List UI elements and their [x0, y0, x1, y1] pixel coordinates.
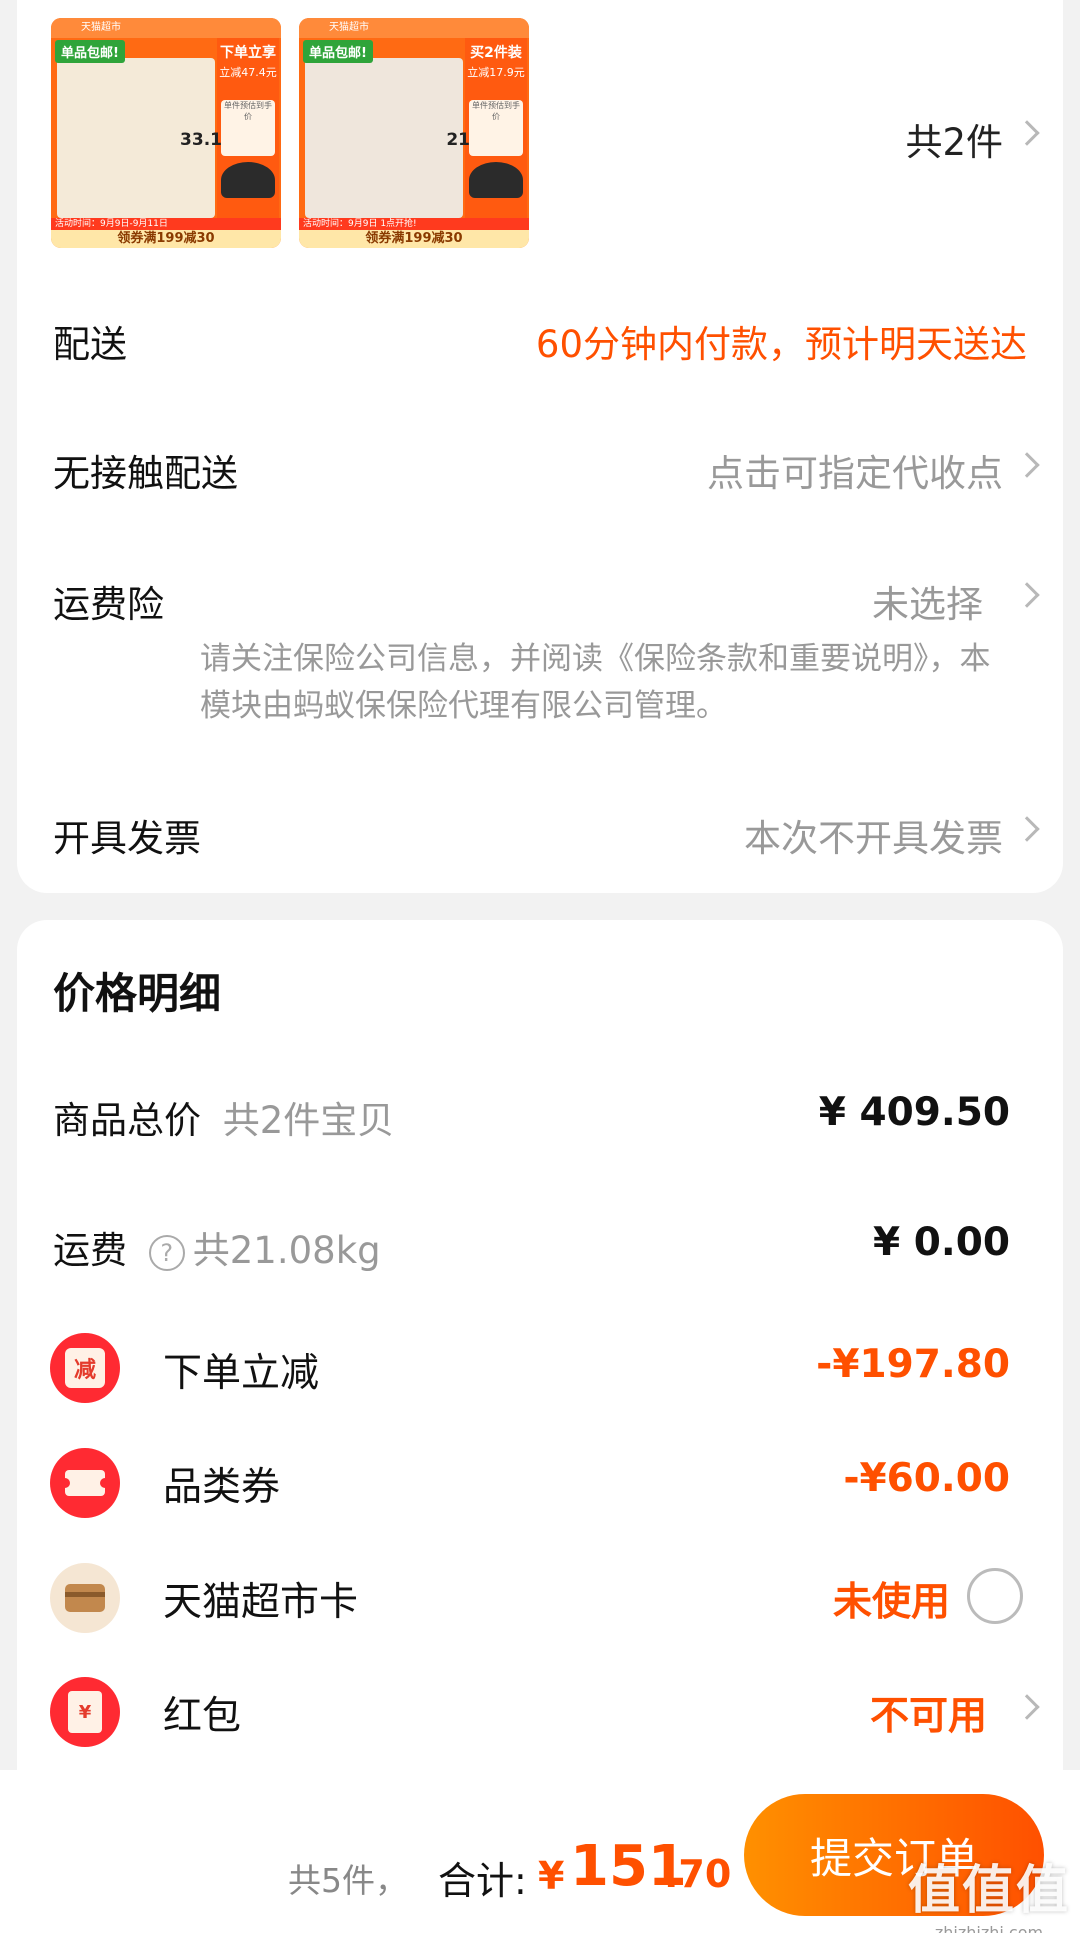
thumb-topbar: 天猫超市 [299, 18, 529, 38]
supermarket-card-radio[interactable] [967, 1568, 1023, 1624]
price-value: 21 [446, 130, 470, 150]
red-packet-label: 红包 [163, 1694, 242, 1739]
card-glyph [65, 1584, 105, 1612]
ticket-glyph [60, 1470, 110, 1496]
item-count[interactable]: 共2件 [905, 112, 1003, 166]
supermarket-card-value: 未使用 [832, 1580, 950, 1625]
goods-total-value: ¥ 409.50 [818, 1090, 1010, 1135]
cat-mascot-icon [221, 162, 275, 198]
watermark-url: zhizhizhi.com [934, 1923, 1044, 1933]
chevron-right-icon [1014, 582, 1040, 608]
product-image [305, 58, 463, 218]
price-detail-card: 价格明细 商品总价 共2件宝贝 ¥ 409.50 运费 ? 共21.08kg ¥ … [17, 920, 1063, 1780]
product-thumbnail[interactable]: 天猫超市 单品包邮! 下单立享 立减47.4元 单件预估到手价 33.1 活动时… [51, 18, 281, 248]
goods-total-sub: 共2件宝贝 [222, 1099, 395, 1142]
price-label: 单件预估到手价 [224, 101, 272, 121]
thumb-topbar: 天猫超市 [51, 18, 281, 38]
total-count: 共5件， [288, 1861, 408, 1900]
shipping-label: 运费 ? 共21.08kg [53, 1220, 381, 1274]
total-label: 合计: [438, 1859, 527, 1903]
insurance-label: 运费险 [53, 583, 164, 626]
total-currency: ¥ [538, 1854, 565, 1898]
coupon-strip: 领券满199减30 [299, 230, 529, 248]
goods-total-label: 商品总价 共2件宝贝 [53, 1090, 394, 1144]
coupon-strip: 领券满199减30 [51, 230, 281, 248]
cat-mascot-icon [469, 162, 523, 198]
chevron-right-icon [1014, 816, 1040, 842]
free-shipping-tag: 单品包邮! [55, 40, 125, 63]
contactless-value[interactable]: 点击可指定代收点 [707, 443, 1003, 497]
invoice-label: 开具发票 [53, 817, 201, 860]
promo-title: 下单立享 [220, 45, 276, 61]
activity-time: 活动时间：9月9日 1点开抢! [299, 218, 529, 230]
product-thumbnail[interactable]: 天猫超市 单品包邮! 买2件装 立减17.9元 单件预估到手价 21 活动时间：… [299, 18, 529, 248]
discount-value: -¥197.80 [816, 1342, 1010, 1387]
order-info-card: 天猫超市 单品包邮! 下单立享 立减47.4元 单件预估到手价 33.1 活动时… [17, 0, 1063, 893]
site-watermark: 值值值 zhizhizhi.com [908, 1848, 1070, 1933]
discount-label: 下单立减 [163, 1351, 320, 1396]
red-packet-value[interactable]: 不可用 [870, 1685, 987, 1741]
supermarket-card-label: 天猫超市卡 [163, 1580, 359, 1625]
shipping-value: ¥ 0.00 [873, 1220, 1010, 1265]
free-shipping-tag: 单品包邮! [303, 40, 373, 63]
chevron-right-icon [1014, 1694, 1040, 1720]
red-packet-glyph: ¥ [68, 1691, 102, 1733]
red-packet-icon: ¥ [50, 1677, 120, 1747]
price-detail-title: 价格明细 [53, 969, 222, 1018]
category-coupon-label: 品类券 [163, 1465, 281, 1510]
category-coupon-value[interactable]: -¥60.00 [843, 1456, 1010, 1501]
promo-sub: 立减47.4元 [219, 66, 277, 79]
promo-title: 买2件装 [470, 45, 522, 61]
card-icon [50, 1563, 120, 1633]
goods-total-text: 商品总价 [53, 1099, 201, 1142]
coupon-icon [50, 1448, 120, 1518]
delivery-value: 60分钟内付款，预计明天送达 [535, 323, 1027, 366]
shipping-weight: 共21.08kg [192, 1229, 381, 1272]
question-icon[interactable]: ? [148, 1234, 185, 1271]
promo-sub: 立减17.9元 [467, 66, 525, 79]
delivery-label: 配送 [53, 323, 127, 366]
price-box: 单件预估到手价 21 [446, 100, 523, 156]
price-value: 33.1 [180, 130, 222, 150]
shipping-help[interactable]: ? 共21.08kg [148, 1229, 381, 1272]
total-decimal: .70 [664, 1852, 732, 1896]
watermark-logo: 值值值 [907, 1861, 1070, 1921]
invoice-value[interactable]: 本次不开具发票 [744, 808, 1003, 862]
shipping-text: 运费 [53, 1229, 127, 1272]
price-box: 单件预估到手价 33.1 [180, 100, 275, 156]
contactless-label: 无接触配送 [53, 452, 238, 495]
price-label: 单件预估到手价 [472, 101, 520, 121]
discount-icon: 减 [50, 1333, 120, 1403]
insurance-value[interactable]: 未选择 [872, 574, 983, 628]
activity-time: 活动时间：9月9日-9月11日 [51, 218, 281, 230]
chevron-right-icon [1014, 120, 1040, 146]
chevron-right-icon [1014, 452, 1040, 478]
insurance-note: 请关注保险公司信息，并阅读《保险条款和重要说明》，本模块由蚂蚁保保险代理有限公司… [200, 641, 991, 724]
discount-glyph: 减 [65, 1348, 105, 1388]
